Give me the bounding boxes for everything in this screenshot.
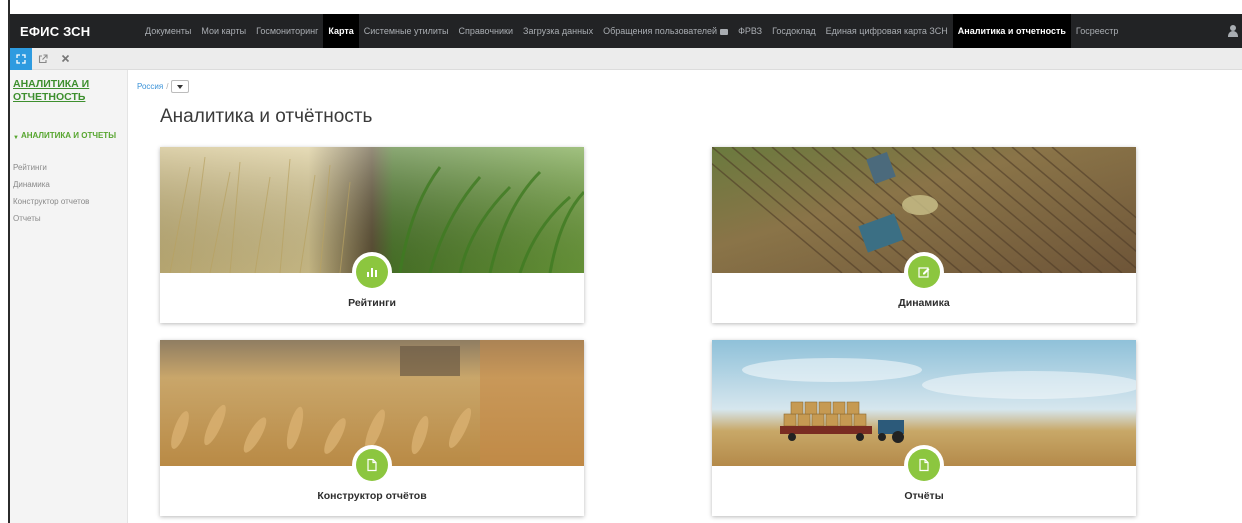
nav-item-10[interactable]: Единая цифровая карта ЗСН xyxy=(821,14,953,48)
document-icon xyxy=(908,449,940,481)
sidebar-item-reports[interactable]: Отчеты xyxy=(13,210,127,227)
chevron-down-icon xyxy=(177,84,184,89)
nav-item-7[interactable]: Обращения пользователей xyxy=(598,14,733,48)
bar-chart-icon xyxy=(356,256,388,288)
nav-item-6[interactable]: Загрузка данных xyxy=(518,14,598,48)
nav-item-3[interactable]: Карта xyxy=(323,14,359,48)
nav-item-4[interactable]: Системные утилиты xyxy=(359,14,454,48)
page-title: Аналитика и отчётность xyxy=(160,106,373,127)
sidebar: АНАЛИТИКА И ОТЧЕТНОСТЬ ▼ АНАЛИТИКА И ОТЧ… xyxy=(10,70,128,523)
nav-item-11[interactable]: Аналитика и отчетность xyxy=(952,14,1071,48)
card-label: Рейтинги xyxy=(348,297,396,309)
window-toolbar xyxy=(10,47,1242,70)
card-label: Конструктор отчётов xyxy=(317,490,427,502)
document-icon xyxy=(356,449,388,481)
sidebar-item-report-builder[interactable]: Конструктор отчетов xyxy=(13,193,127,210)
sidebar-group-label: АНАЛИТИКА И ОТЧЕТЫ xyxy=(20,131,117,140)
caret-down-icon: ▼ xyxy=(13,135,19,141)
external-link-icon[interactable] xyxy=(32,48,54,70)
nav-item-2[interactable]: Госмониторинг xyxy=(251,14,323,48)
edit-icon xyxy=(908,256,940,288)
card-label: Отчёты xyxy=(904,490,944,502)
card-badge xyxy=(904,252,944,292)
sidebar-group[interactable]: ▼ АНАЛИТИКА И ОТЧЕТЫ xyxy=(13,130,127,144)
card-reports[interactable]: Отчёты xyxy=(712,340,1136,516)
close-icon[interactable] xyxy=(54,48,76,70)
card-badge xyxy=(352,445,392,485)
app-brand[interactable]: ЕФИС ЗСН xyxy=(10,24,140,39)
card-badge xyxy=(904,445,944,485)
top-navigation: ЕФИС ЗСН Документы Мои карты Госмониторинг… xyxy=(10,14,1242,48)
nav-item-1[interactable]: Мои карты xyxy=(196,14,251,48)
nav-items: Документы Мои карты Госмониторинг Карта Сист… xyxy=(140,14,1123,48)
card-ratings[interactable]: Рейтинги xyxy=(160,147,584,323)
user-icon[interactable] xyxy=(1228,25,1238,37)
sidebar-item-dynamics[interactable]: Динамика xyxy=(13,176,127,193)
sidebar-item-ratings[interactable]: Рейтинги xyxy=(13,159,127,176)
sidebar-links: Рейтинги Динамика Конструктор отчетов От… xyxy=(13,159,127,227)
breadcrumb-dropdown[interactable] xyxy=(171,80,190,93)
sidebar-title[interactable]: АНАЛИТИКА И ОТЧЕТНОСТЬ xyxy=(13,78,127,104)
nav-item-9[interactable]: Госдоклад xyxy=(767,14,821,48)
nav-item-8[interactable]: ФРВЗ xyxy=(733,14,767,48)
message-icon xyxy=(720,28,729,35)
nav-item-5[interactable]: Справочники xyxy=(453,14,518,48)
card-dynamics[interactable]: Динамика xyxy=(712,147,1136,323)
card-badge xyxy=(352,252,392,292)
card-report-builder[interactable]: Конструктор отчётов xyxy=(160,340,584,516)
nav-item-0[interactable]: Документы xyxy=(140,14,196,48)
expand-icon[interactable] xyxy=(10,47,32,70)
breadcrumb-root[interactable]: Россия xyxy=(137,82,163,91)
breadcrumb-separator: / xyxy=(166,82,169,91)
breadcrumb: Россия / xyxy=(137,80,190,93)
card-label: Динамика xyxy=(898,297,950,309)
nav-item-12[interactable]: Госреестр xyxy=(1071,14,1123,48)
